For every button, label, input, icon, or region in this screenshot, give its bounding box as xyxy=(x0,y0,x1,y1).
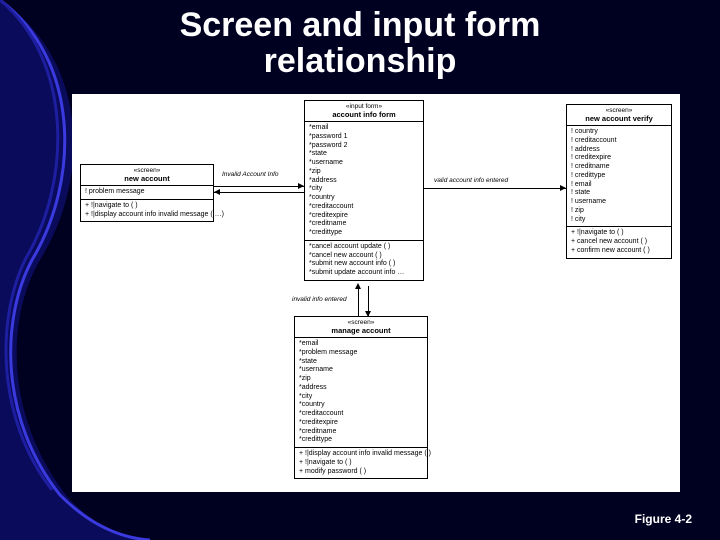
slide-title: Screen and input form relationship xyxy=(0,8,720,79)
attrs: *email *password 1 *password 2 *state *u… xyxy=(305,122,423,241)
edge-left-top xyxy=(214,186,304,187)
box-title: «screen» new account xyxy=(81,165,213,186)
box-account-info-form: «input form» account info form *email *p… xyxy=(304,100,424,281)
box-title: «screen» manage account xyxy=(295,317,427,338)
figure-caption: Figure 4-2 xyxy=(635,512,692,526)
title-line1: Screen and input form xyxy=(180,6,541,44)
arrow-right-icon xyxy=(298,183,304,189)
edge-label-valid: valid account info entered xyxy=(434,177,508,184)
edge-label-invalid: Invalid Account Info xyxy=(222,171,279,178)
attrs: *email *problem message *state *username… xyxy=(295,338,427,448)
box-title: «screen» new account verify xyxy=(567,105,671,126)
ops: + !|navigate to ( ) + !|display account … xyxy=(81,200,213,222)
arrow-up-icon xyxy=(355,283,361,289)
edge-label-invalid2: invalid info entered xyxy=(292,296,347,303)
ops: + !|navigate to ( ) + cancel new account… xyxy=(567,227,671,257)
edge-right xyxy=(424,188,566,189)
box-manage-account: «screen» manage account *email *problem … xyxy=(294,316,428,479)
uml-diagram: «screen» new account ! problem message +… xyxy=(72,94,680,492)
attrs: ! country ! creditaccount ! address ! cr… xyxy=(567,126,671,227)
box-title: «input form» account info form xyxy=(305,101,423,122)
arrow-left-icon xyxy=(214,189,220,195)
box-new-account: «screen» new account ! problem message +… xyxy=(80,164,214,222)
edge-left-bottom xyxy=(214,192,304,193)
title-line2: relationship xyxy=(264,42,457,80)
attrs: ! problem message xyxy=(81,186,213,200)
arrow-right-icon xyxy=(560,185,566,191)
edge-down-1 xyxy=(358,286,359,316)
ops: + !|display account info invalid message… xyxy=(295,448,427,478)
arrow-down-icon xyxy=(365,311,371,317)
ops: *cancel account update ( ) *cancel new a… xyxy=(305,241,423,280)
box-new-account-verify: «screen» new account verify ! country ! … xyxy=(566,104,672,259)
